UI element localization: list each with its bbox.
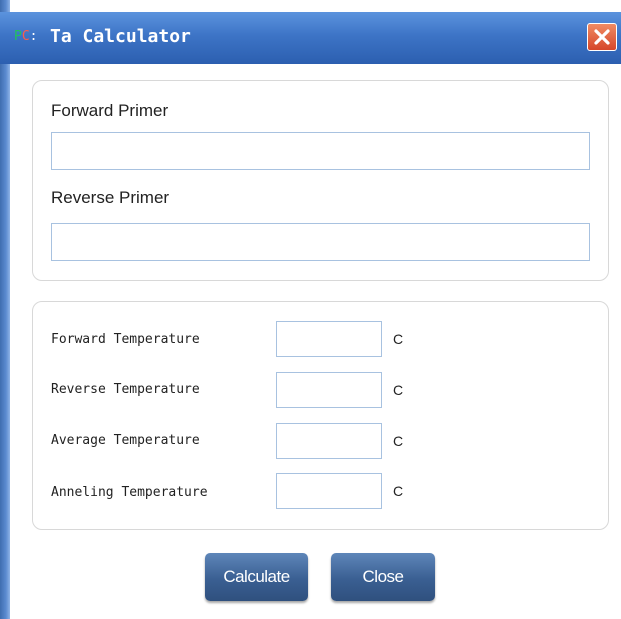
forward-primer-label: Forward Primer xyxy=(51,101,169,120)
average-temperature-field[interactable] xyxy=(276,423,382,459)
average-temperature-label: Average Temperature xyxy=(51,433,200,448)
dialog-content: Forward Primer Reverse Primer Forward Te… xyxy=(10,64,621,619)
forward-temperature-unit: C xyxy=(393,331,404,347)
anneling-temperature-label: Anneling Temperature xyxy=(51,485,208,500)
reverse-temperature-label: Reverse Temperature xyxy=(51,382,200,397)
forward-temperature-label: Forward Temperature xyxy=(51,332,200,347)
window-title: Ta Calculator xyxy=(50,26,191,47)
reverse-temperature-field[interactable] xyxy=(276,372,382,408)
reverse-temperature-unit: C xyxy=(393,382,404,398)
primer-group: Forward Primer Reverse Primer xyxy=(32,80,609,281)
forward-temperature-field[interactable] xyxy=(276,321,382,357)
reverse-primer-label: Reverse Primer xyxy=(51,188,170,207)
window-left-border xyxy=(0,0,10,619)
anneling-temperature-field[interactable] xyxy=(276,473,382,509)
close-icon xyxy=(594,29,610,45)
anneling-temperature-unit: C xyxy=(393,483,404,499)
calculate-button[interactable]: Calculate xyxy=(205,553,308,601)
average-temperature-unit: C xyxy=(393,433,404,449)
reverse-primer-input[interactable] xyxy=(51,223,590,261)
forward-primer-input[interactable] xyxy=(51,132,590,170)
temperature-group: Forward Temperature C Reverse Temperatur… xyxy=(32,301,609,530)
close-button[interactable]: Close xyxy=(331,553,435,601)
close-window-button[interactable] xyxy=(587,23,617,51)
title-bar[interactable]: PC: Ta Calculator xyxy=(0,12,621,64)
app-icon: PC: xyxy=(14,29,38,44)
ta-calculator-window: PC: Ta Calculator Forward Primer Reverse… xyxy=(0,0,621,619)
